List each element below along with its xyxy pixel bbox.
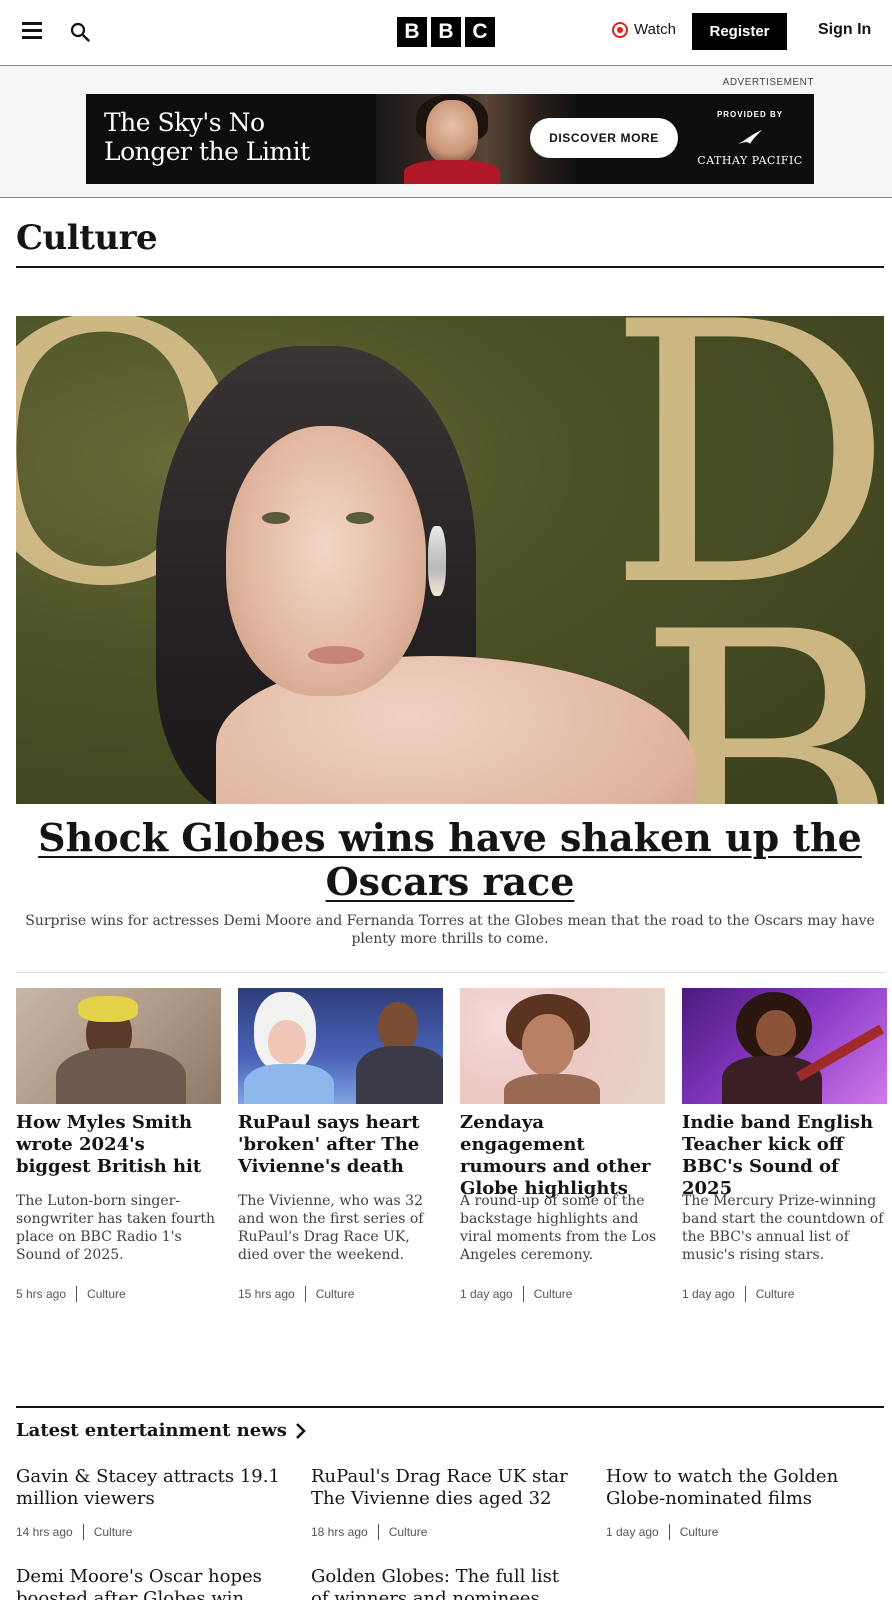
article-title-link[interactable]: Zendaya engagement rumours and other Glo… xyxy=(460,1112,665,1200)
latest-item-title-link[interactable]: How to watch the Golden Globe-nominated … xyxy=(606,1466,884,1510)
article-summary: A round-up of some of the backstage high… xyxy=(460,1193,657,1263)
hero-image[interactable]: O D B xyxy=(16,316,884,804)
article-card: RuPaul says heart 'broken' after The Viv… xyxy=(238,988,443,1302)
article-time: 1 day ago xyxy=(460,1287,513,1301)
article-title-link[interactable]: Indie band English Teacher kick off BBC'… xyxy=(682,1112,887,1200)
article-summary: The Luton-born singer-songwriter has tak… xyxy=(16,1193,215,1263)
article-thumbnail[interactable] xyxy=(238,988,443,1104)
article-card: Zendaya engagement rumours and other Glo… xyxy=(460,988,665,1302)
logo-letter: B xyxy=(431,17,461,47)
article-card: Indie band English Teacher kick off BBC'… xyxy=(682,988,887,1302)
meta-divider xyxy=(744,1286,746,1302)
latest-item: How to watch the Golden Globe-nominated … xyxy=(606,1466,884,1540)
meta-divider xyxy=(522,1286,524,1302)
hero-eye xyxy=(346,512,374,524)
article-tag-link[interactable]: Culture xyxy=(534,1287,573,1301)
latest-item: Demi Moore's Oscar hopes boosted after G… xyxy=(16,1566,286,1600)
article-card: How Myles Smith wrote 2024's biggest Bri… xyxy=(16,988,221,1302)
latest-item: Gavin & Stacey attracts 19.1 million vie… xyxy=(16,1466,286,1540)
cathay-logo-icon xyxy=(736,128,764,146)
bbc-logo[interactable]: B B C xyxy=(397,17,495,47)
top-navigation: B B C Watch Register Sign In xyxy=(0,0,892,66)
ad-label: ADVERTISEMENT xyxy=(722,77,814,88)
article-summary: The Mercury Prize-winning band start the… xyxy=(682,1193,884,1263)
live-icon xyxy=(612,21,628,38)
article-tag-link[interactable]: Culture xyxy=(316,1287,355,1301)
hero-summary: Surprise wins for actresses Demi Moore a… xyxy=(25,913,875,947)
latest-section-title: Latest entertainment news xyxy=(16,1420,287,1441)
latest-item-title-link[interactable]: RuPaul's Drag Race UK star The Vivienne … xyxy=(311,1466,581,1510)
meta-divider xyxy=(82,1524,84,1540)
article-time: 15 hrs ago xyxy=(238,1287,295,1301)
article-thumbnail[interactable] xyxy=(16,988,221,1104)
ad-brand: CATHAY PACIFIC xyxy=(697,154,803,167)
article-meta: 5 hrs ago Culture xyxy=(16,1286,126,1302)
article-title-link[interactable]: How Myles Smith wrote 2024's biggest Bri… xyxy=(16,1112,221,1178)
ad-headline: The Sky's No Longer the Limit xyxy=(104,108,310,166)
latest-item-meta: 18 hrs ago Culture xyxy=(311,1524,581,1540)
watch-link[interactable]: Watch xyxy=(612,21,676,38)
latest-section-link[interactable]: Latest entertainment news xyxy=(16,1420,307,1441)
logo-letter: C xyxy=(465,17,495,47)
article-tag-link[interactable]: Culture xyxy=(756,1287,795,1301)
hero-headline-link[interactable]: Shock Globes wins have shaken up the Osc… xyxy=(16,816,884,904)
latest-item-time: 1 day ago xyxy=(606,1525,659,1539)
article-time: 1 day ago xyxy=(682,1287,735,1301)
article-meta: 1 day ago Culture xyxy=(460,1286,572,1302)
article-thumbnail[interactable] xyxy=(460,988,665,1104)
latest-item-tag-link[interactable]: Culture xyxy=(389,1525,428,1539)
ad-photo-face xyxy=(426,100,478,164)
meta-divider xyxy=(76,1286,78,1302)
latest-item-meta: 1 day ago Culture xyxy=(606,1524,884,1540)
logo-letter: B xyxy=(397,17,427,47)
article-thumbnail[interactable] xyxy=(682,988,887,1104)
latest-item: Golden Globes: The full list of winners … xyxy=(311,1566,581,1600)
article-meta: 1 day ago Culture xyxy=(682,1286,794,1302)
meta-divider xyxy=(668,1524,670,1540)
discover-more-button[interactable]: DISCOVER MORE xyxy=(530,118,678,158)
ad-photo-uniform xyxy=(404,160,500,184)
hero-lips xyxy=(308,646,364,664)
latest-item-title-link[interactable]: Golden Globes: The full list of winners … xyxy=(311,1566,581,1600)
latest-item-title-link[interactable]: Gavin & Stacey attracts 19.1 million vie… xyxy=(16,1466,286,1510)
meta-divider xyxy=(377,1524,379,1540)
article-title-link[interactable]: RuPaul says heart 'broken' after The Viv… xyxy=(238,1112,443,1178)
hero-eye xyxy=(262,512,290,524)
chevron-right-icon xyxy=(295,1422,306,1439)
hero-earring xyxy=(428,526,446,596)
article-meta: 15 hrs ago Culture xyxy=(238,1286,354,1302)
article-tag-link[interactable]: Culture xyxy=(87,1287,126,1301)
ad-provided-by: PROVIDED BY xyxy=(716,110,784,119)
section-divider xyxy=(16,266,884,268)
register-button[interactable]: Register xyxy=(692,13,787,50)
sign-in-link[interactable]: Sign In xyxy=(818,21,871,39)
latest-item-tag-link[interactable]: Culture xyxy=(680,1525,719,1539)
ad-banner[interactable]: The Sky's No Longer the Limit DISCOVER M… xyxy=(86,94,814,184)
meta-divider xyxy=(304,1286,306,1302)
watch-label: Watch xyxy=(634,21,676,38)
latest-item-title-link[interactable]: Demi Moore's Oscar hopes boosted after G… xyxy=(16,1566,286,1600)
latest-item-time: 14 hrs ago xyxy=(16,1525,73,1539)
latest-item-time: 18 hrs ago xyxy=(311,1525,368,1539)
search-icon[interactable] xyxy=(70,22,90,42)
advertisement-area: ADVERTISEMENT The Sky's No Longer the Li… xyxy=(0,66,892,198)
latest-item: RuPaul's Drag Race UK star The Vivienne … xyxy=(311,1466,581,1540)
article-time: 5 hrs ago xyxy=(16,1287,67,1301)
article-summary: The Vivienne, who was 32 and won the fir… xyxy=(238,1193,424,1263)
menu-icon[interactable] xyxy=(22,22,42,40)
latest-item-tag-link[interactable]: Culture xyxy=(94,1525,133,1539)
hero-divider xyxy=(16,972,884,973)
section-title: Culture xyxy=(16,218,158,258)
latest-divider xyxy=(16,1406,884,1408)
latest-item-meta: 14 hrs ago Culture xyxy=(16,1524,286,1540)
